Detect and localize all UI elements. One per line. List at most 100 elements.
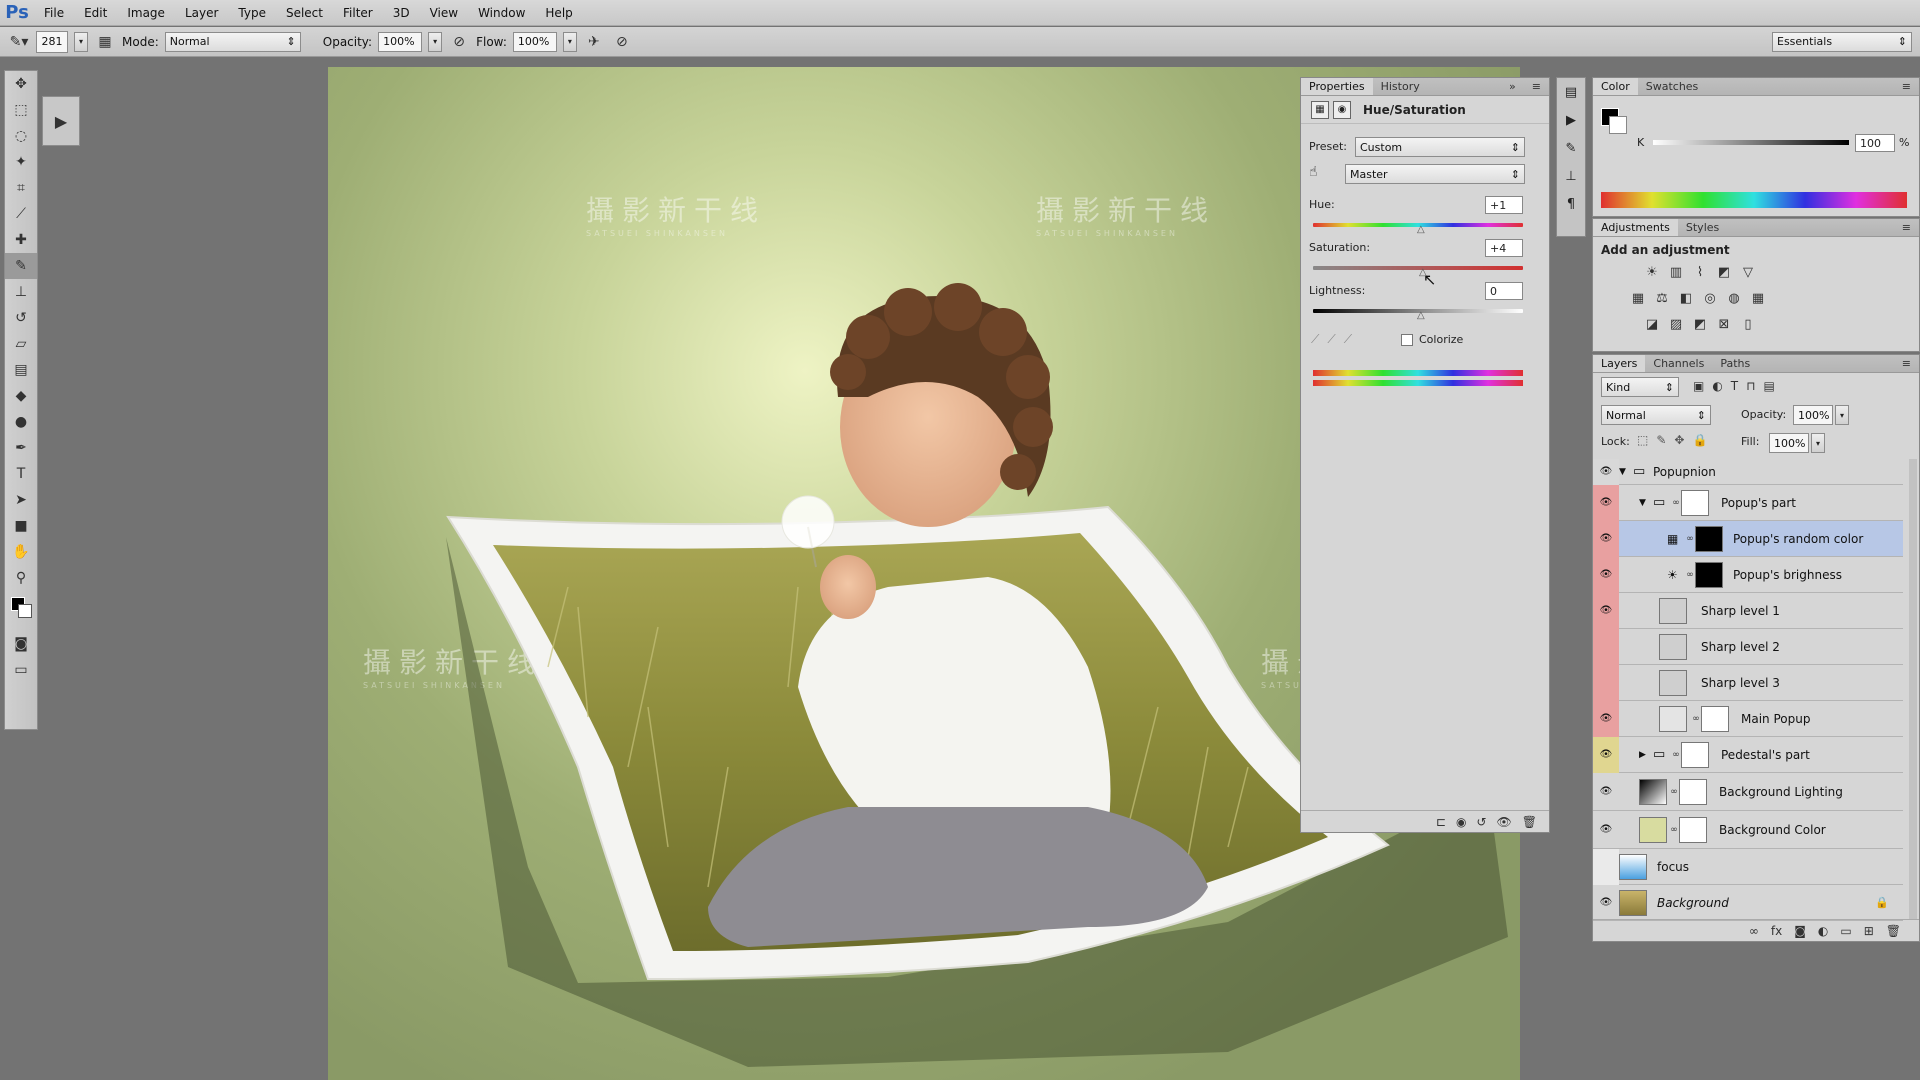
channel-select[interactable]: Master ⇕ — [1345, 164, 1525, 184]
layer-mask-thumb[interactable] — [1695, 561, 1723, 588]
brightness-icon[interactable]: ☀ — [1643, 263, 1661, 281]
mode-select[interactable]: Normal ⇕ — [164, 31, 301, 52]
color-ramp[interactable] — [1601, 192, 1907, 208]
layer-row[interactable]: 👁 Sharp level 1 — [1593, 592, 1903, 629]
threshold-icon[interactable]: ◩ — [1691, 315, 1709, 333]
clone-source-icon[interactable]: ⊥ — [1557, 162, 1585, 190]
saturation-field[interactable]: +4 — [1485, 239, 1523, 257]
hue-field[interactable]: +1 — [1485, 196, 1523, 214]
layers-scrollbar[interactable] — [1909, 459, 1917, 919]
layer-mask-thumb[interactable] — [1679, 816, 1707, 843]
brush-tool-preset-icon[interactable]: ✎▾ — [8, 31, 30, 53]
visibility-eye-off[interactable] — [1593, 848, 1619, 885]
tab-channels[interactable]: Channels — [1645, 355, 1712, 372]
hand-tool-icon[interactable]: ✋ — [5, 539, 37, 565]
layer-row[interactable]: Sharp level 2 — [1593, 628, 1903, 665]
panel-menu-icon[interactable]: ≡ — [1894, 219, 1919, 236]
brush-panel-toggle-icon[interactable]: ▦ — [94, 31, 116, 53]
zoom-tool-icon[interactable]: ⚲ — [5, 565, 37, 591]
layer-style-icon[interactable]: fx — [1771, 924, 1782, 938]
tab-styles[interactable]: Styles — [1678, 219, 1727, 236]
layer-row-selected[interactable]: 👁 ▦ ∞ Popup's random color — [1593, 520, 1903, 557]
eyedropper-tool-icon[interactable]: ⟋ — [5, 201, 37, 227]
quick-mask-icon[interactable]: ◙ — [5, 631, 37, 657]
selective-color-icon[interactable]: ⊠ — [1715, 315, 1733, 333]
lightness-field[interactable]: 0 — [1485, 282, 1523, 300]
k-slider-track[interactable] — [1653, 140, 1849, 145]
flow-field[interactable]: 100% — [512, 31, 557, 52]
lock-icons[interactable]: ⬚✎✥🔒 — [1637, 433, 1715, 447]
screen-mode-icon[interactable]: ▭ — [5, 657, 37, 683]
view-previous-icon[interactable]: ◉ — [1456, 815, 1466, 829]
targeted-adjustment-hand-icon[interactable]: ☝ — [1309, 164, 1318, 180]
layer-group-row[interactable]: 👁 ▶ ▭ ∞ Pedestal's part — [1593, 736, 1903, 773]
menu-3d[interactable]: 3D — [383, 0, 420, 26]
brush-panel-icon[interactable]: ✎ — [1557, 134, 1585, 162]
layer-filter-icons[interactable]: ▣◐T⊓▤ — [1693, 379, 1783, 393]
layer-group-row[interactable]: 👁 ▼ ▭ ∞ Popup's part — [1593, 484, 1903, 521]
color-swatches[interactable] — [5, 591, 37, 631]
channel-mixer-icon[interactable]: ◍ — [1725, 289, 1743, 307]
clip-to-layer-icon[interactable]: ⊏ — [1436, 815, 1446, 829]
fill-field[interactable]: 100% — [1769, 433, 1809, 453]
visibility-eye-icon[interactable]: 👁 — [1593, 811, 1619, 849]
brush-size-dropdown[interactable]: ▾ — [74, 31, 88, 52]
expand-triangle-icon[interactable]: ▶ — [1639, 750, 1653, 760]
panel-menu-icon[interactable]: ≡ — [1894, 355, 1919, 372]
brush-tool-icon[interactable]: ✎ — [5, 253, 37, 279]
visibility-eye-off[interactable] — [1593, 628, 1619, 665]
type-tool-icon[interactable]: T — [5, 461, 37, 487]
gradient-map-icon[interactable]: ▯ — [1739, 315, 1757, 333]
vibrance-icon[interactable]: ▽ — [1739, 263, 1757, 281]
blend-mode-select[interactable]: Normal ⇕ — [1601, 405, 1711, 425]
add-mask-icon[interactable]: ◙ — [1794, 924, 1806, 938]
visibility-eye-icon[interactable]: 👁 — [1593, 700, 1619, 737]
airbrush-icon[interactable]: ✈ — [583, 31, 605, 53]
clone-stamp-tool-icon[interactable]: ⊥ — [5, 279, 37, 305]
pen-tool-icon[interactable]: ✒ — [5, 435, 37, 461]
menu-help[interactable]: Help — [535, 0, 582, 26]
history-panel-icon[interactable]: ▤ — [1557, 78, 1585, 106]
brush-size-field[interactable]: 281 — [36, 30, 68, 53]
invert-icon[interactable]: ◪ — [1643, 315, 1661, 333]
visibility-eye-icon[interactable]: 👁 — [1593, 484, 1619, 521]
tab-properties[interactable]: Properties — [1301, 78, 1373, 95]
layer-mask-thumb[interactable] — [1681, 741, 1709, 768]
reset-icon[interactable]: ↺ — [1476, 815, 1486, 829]
visibility-eye-icon[interactable]: 👁 — [1593, 458, 1619, 485]
expand-triangle-icon[interactable]: ▼ — [1639, 498, 1653, 508]
blur-tool-icon[interactable]: ◆ — [5, 383, 37, 409]
layer-row[interactable]: 👁 Background 🔒 — [1593, 885, 1903, 921]
mask-icon[interactable]: ◉ — [1333, 100, 1351, 119]
actions-panel-icon[interactable]: ▶ — [1557, 106, 1585, 134]
curves-icon[interactable]: ⌇ — [1691, 263, 1709, 281]
background-color-swatch[interactable] — [18, 604, 32, 618]
menu-image[interactable]: Image — [117, 0, 175, 26]
tab-paths[interactable]: Paths — [1712, 355, 1758, 372]
eraser-tool-icon[interactable]: ▱ — [5, 331, 37, 357]
black-white-icon[interactable]: ◧ — [1677, 289, 1695, 307]
k-value-field[interactable]: 100 — [1855, 134, 1895, 152]
layer-mask-thumb[interactable] — [1679, 778, 1707, 805]
move-tool-icon[interactable]: ✥ — [5, 71, 37, 97]
pressure-size-icon[interactable]: ⊘ — [611, 31, 633, 53]
visibility-eye-icon[interactable]: 👁 — [1593, 556, 1619, 593]
layer-mask-thumb[interactable] — [1695, 525, 1723, 552]
background-color-swatch[interactable] — [1609, 116, 1627, 134]
panel-collapse-icon[interactable]: » — [1501, 78, 1524, 95]
fill-dropdown[interactable]: ▾ — [1811, 433, 1825, 453]
visibility-eye-icon[interactable]: 👁 — [1593, 773, 1619, 811]
visibility-eye-icon[interactable]: 👁 — [1593, 520, 1619, 557]
tab-history[interactable]: History — [1373, 78, 1428, 95]
expand-triangle-icon[interactable]: ▼ — [1619, 467, 1633, 477]
exposure-icon[interactable]: ◩ — [1715, 263, 1733, 281]
lightness-slider-handle[interactable]: △ — [1417, 310, 1425, 321]
layer-row[interactable]: 👁 ∞ Background Color — [1593, 811, 1903, 849]
menu-filter[interactable]: Filter — [333, 0, 383, 26]
new-layer-icon[interactable]: ⊞ — [1864, 924, 1874, 938]
crop-tool-icon[interactable]: ⌗ — [5, 175, 37, 201]
layer-row[interactable]: 👁 ☀ ∞ Popup's brighness — [1593, 556, 1903, 593]
menu-layer[interactable]: Layer — [175, 0, 228, 26]
layer-row[interactable]: Sharp level 3 — [1593, 664, 1903, 701]
visibility-eye-icon[interactable]: 👁 — [1593, 592, 1619, 629]
